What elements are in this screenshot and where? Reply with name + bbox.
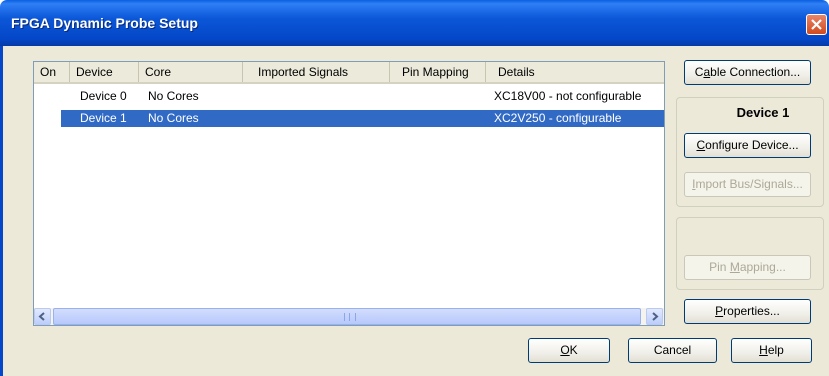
column-on[interactable]: On [34,62,70,82]
grip-icon [344,313,356,321]
column-device[interactable]: Device [70,62,139,82]
cable-connection-button[interactable]: Cable Connection... [684,60,811,85]
table-row-selected[interactable]: Device 1 No Cores XC2V250 - configurable [61,110,664,127]
help-button[interactable]: Help [731,338,812,363]
chevron-right-icon [652,312,659,321]
properties-button[interactable]: Properties... [684,299,811,324]
row-details: XC2V250 - configurable [494,111,622,125]
close-icon [811,19,822,30]
scroll-thumb[interactable] [53,308,641,325]
import-bus-signals-button[interactable]: Import Bus/Signals... [684,172,811,197]
column-details[interactable]: Details [486,62,664,82]
row-details: XC18V00 - not configurable [494,89,642,103]
column-imported-signals[interactable]: Imported Signals [243,62,390,82]
row-device: Device 1 [80,111,127,125]
column-pin-mapping[interactable]: Pin Mapping [390,62,486,82]
title-bar[interactable]: FPGA Dynamic Probe Setup [0,0,829,46]
list-header: On Device Core Imported Signals Pin Mapp… [34,62,664,84]
ok-button[interactable]: OK [528,338,610,363]
window-title: FPGA Dynamic Probe Setup [11,15,198,31]
pin-mapping-button[interactable]: Pin Mapping... [684,255,811,280]
close-button[interactable] [806,14,827,35]
row-core: No Cores [148,89,199,103]
chevron-left-icon [38,312,45,321]
row-device: Device 0 [80,89,127,103]
column-core[interactable]: Core [139,62,243,82]
configure-device-button[interactable]: Configure Device... [684,133,811,158]
scroll-right-button[interactable] [646,308,663,325]
horizontal-scrollbar[interactable] [34,308,664,325]
dialog-window: FPGA Dynamic Probe Setup On Device Core … [0,0,829,376]
scroll-left-button[interactable] [34,308,51,325]
device-list[interactable]: On Device Core Imported Signals Pin Mapp… [33,61,665,326]
selected-device-label: Device 1 [736,105,790,120]
table-row[interactable]: Device 0 No Cores XC18V00 - not configur… [34,88,664,105]
cancel-button[interactable]: Cancel [628,338,717,363]
row-core: No Cores [148,111,199,125]
